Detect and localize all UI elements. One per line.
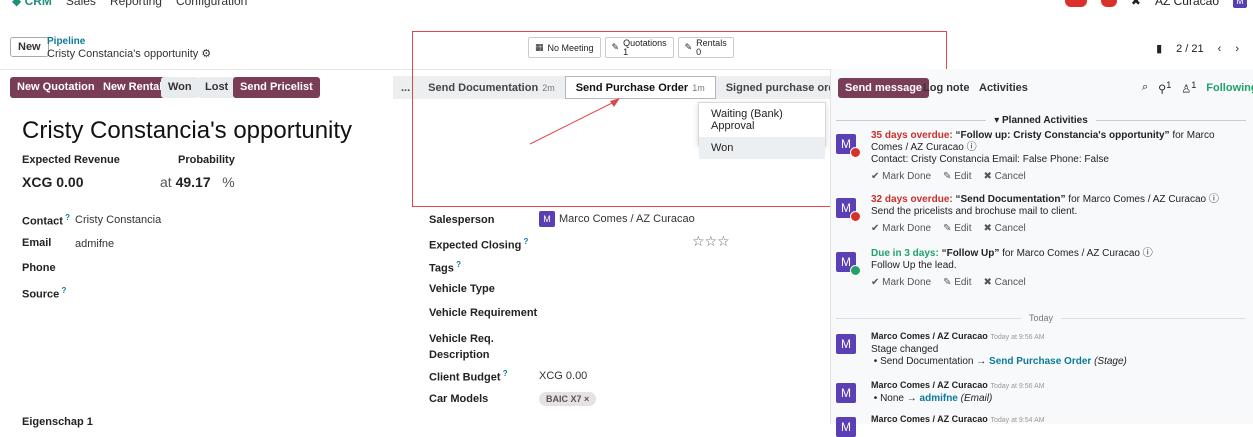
probability-label: Probability (178, 154, 235, 166)
info-icon[interactable]: ⓘ (1209, 194, 1219, 205)
client-budget-label: Client Budget ? (429, 369, 508, 384)
smart-buttons: ▦ No Meeting ✎ Quotations 1 ✎ Rentals 0 (528, 37, 734, 58)
company-switcher[interactable]: AZ Curacao (1155, 0, 1219, 8)
client-budget-field[interactable]: XCG 0.00 (539, 370, 587, 382)
car-models-label: Car Models (429, 393, 489, 405)
menu-configuration[interactable]: Configuration (176, 0, 247, 8)
following-button[interactable]: Following (1206, 82, 1253, 94)
edit-button[interactable]: ✎ Edit (943, 223, 971, 235)
info-icon[interactable]: ⓘ (967, 142, 977, 153)
app-crm[interactable]: ◆ CRM (12, 0, 52, 8)
salesperson-avatar: M (539, 211, 555, 227)
priority-stars[interactable]: ☆☆☆ (692, 233, 730, 250)
email-field[interactable]: admifne (75, 238, 114, 250)
menu-reporting[interactable]: Reporting (110, 0, 162, 8)
vehicle-desc-label: Vehicle Req. Description (429, 333, 494, 361)
edit-icon: ✎ (611, 42, 620, 52)
contact-field[interactable]: Cristy Constancia (75, 214, 161, 226)
email-label: Email (22, 237, 52, 249)
expected-revenue-label: Expected Revenue (22, 154, 120, 166)
mark-done-button[interactable]: ✔ Mark Done (871, 171, 931, 183)
attachment-icon[interactable]: ⚲1 (1158, 80, 1171, 96)
mark-done-button[interactable]: ✔ Mark Done (871, 277, 931, 289)
menu-sales[interactable]: Sales (66, 0, 96, 8)
top-navbar: ◆ CRM Sales Reporting Configuration ✖ AZ… (0, 0, 1253, 30)
phone-label: Phone (22, 262, 56, 274)
cancel-button[interactable]: ✖ Cancel (983, 171, 1025, 183)
tools-icon[interactable]: ✖ (1131, 0, 1141, 8)
overdue-clock-icon (850, 147, 861, 158)
breadcrumb-pipeline[interactable]: Pipeline (47, 35, 211, 48)
mark-done-button[interactable]: ✔ Mark Done (871, 223, 931, 235)
planned-activities-header[interactable]: ▾ Planned Activities (836, 115, 1247, 126)
date-separator: Today (836, 313, 1246, 323)
due-check-icon (850, 265, 861, 276)
chatter-topbar-right: ⌕ ⚲1 ♙1 Following (1142, 80, 1253, 96)
overdue-clock-icon (850, 211, 861, 222)
quotations-button[interactable]: ✎ Quotations 1 (604, 37, 674, 58)
discuss-icon[interactable] (1064, 0, 1087, 7)
won-button[interactable]: Won (161, 77, 199, 98)
edit-button[interactable]: ✎ Edit (943, 171, 971, 183)
user-avatar[interactable]: M (1233, 0, 1247, 8)
cancel-button[interactable]: ✖ Cancel (983, 223, 1025, 235)
systray: ✖ AZ Curacao M (1064, 0, 1247, 8)
opportunity-title[interactable]: Cristy Constancia's opportunity (22, 117, 352, 145)
info-icon[interactable]: ⓘ (1143, 248, 1153, 259)
crm-logo-icon: ◆ (12, 0, 22, 8)
breadcrumb: Pipeline Cristy Constancia's opportunity… (47, 35, 211, 61)
message-item: M Marco Comes / AZ Curacao Today at 9:54… (836, 413, 1246, 437)
pager: ▮ 2 / 21 ‹ › (1156, 42, 1239, 56)
breadcrumb-current: Cristy Constancia's opportunity (47, 48, 199, 60)
pager-value[interactable]: 2 / 21 (1176, 43, 1204, 55)
vehicle-requirement-label: Vehicle Requirement (429, 307, 538, 319)
annotation-arrow (529, 98, 620, 145)
message-item: M Marco Comes / AZ Curacao Today at 9:56… (836, 330, 1246, 368)
eigenschap-label: Eigenschap 1 (22, 416, 93, 428)
main-menu: ◆ CRM Sales Reporting Configuration (12, 0, 247, 8)
probability-field[interactable]: at 49.17 % (160, 174, 235, 190)
gear-icon[interactable]: ⚙ (201, 48, 211, 60)
activities-button[interactable]: Activities (972, 78, 1035, 98)
salesperson-field[interactable]: M Marco Comes / AZ Curacao (539, 211, 695, 227)
message-avatar: M (836, 334, 856, 354)
new-quotation-button[interactable]: New Quotation (10, 77, 102, 98)
car-model-tag[interactable]: BAIC X7 × (539, 392, 597, 406)
pager-next-icon[interactable]: › (1235, 43, 1239, 55)
followers-icon[interactable]: ♙1 (1181, 80, 1196, 96)
activity-item: M 32 days overdue: “Send Documentation” … (836, 194, 1246, 235)
message-avatar: M (836, 417, 856, 437)
meeting-button[interactable]: ▦ No Meeting (528, 37, 601, 58)
edit-icon: ✎ (684, 42, 693, 52)
pin-icon[interactable]: ▮ (1156, 42, 1162, 55)
message-avatar: M (836, 383, 856, 403)
expected-closing-label: Expected Closing ? (429, 237, 529, 252)
search-icon[interactable]: ⌕ (1142, 81, 1148, 94)
activity-item: M 35 days overdue: “Follow up: Cristy Co… (836, 130, 1246, 183)
salesperson-label: Salesperson (429, 214, 495, 226)
send-pricelist-button[interactable]: Send Pricelist (233, 77, 320, 98)
revenue-field[interactable]: XCG 0.00 (22, 174, 83, 190)
contact-label: Contact ? (22, 213, 71, 228)
calendar-icon: ▦ (535, 42, 544, 52)
activity-icon[interactable] (1100, 0, 1117, 7)
lost-button[interactable]: Lost (198, 77, 236, 98)
source-label: Source ? (22, 286, 67, 301)
edit-button[interactable]: ✎ Edit (943, 277, 971, 289)
cancel-button[interactable]: ✖ Cancel (983, 277, 1025, 289)
message-item: M Marco Comes / AZ Curacao Today at 9:56… (836, 379, 1246, 405)
tags-label: Tags ? (429, 260, 461, 275)
vehicle-type-label: Vehicle Type (429, 283, 495, 295)
rentals-button[interactable]: ✎ Rentals 0 (677, 37, 734, 58)
new-button[interactable]: New (10, 37, 49, 57)
new-rental-button[interactable]: New Rental (96, 77, 170, 98)
log-note-button[interactable]: Log note (916, 78, 976, 98)
activity-item: M Due in 3 days: “Follow Up” for Marco C… (836, 248, 1246, 289)
pager-prev-icon[interactable]: ‹ (1218, 43, 1222, 55)
